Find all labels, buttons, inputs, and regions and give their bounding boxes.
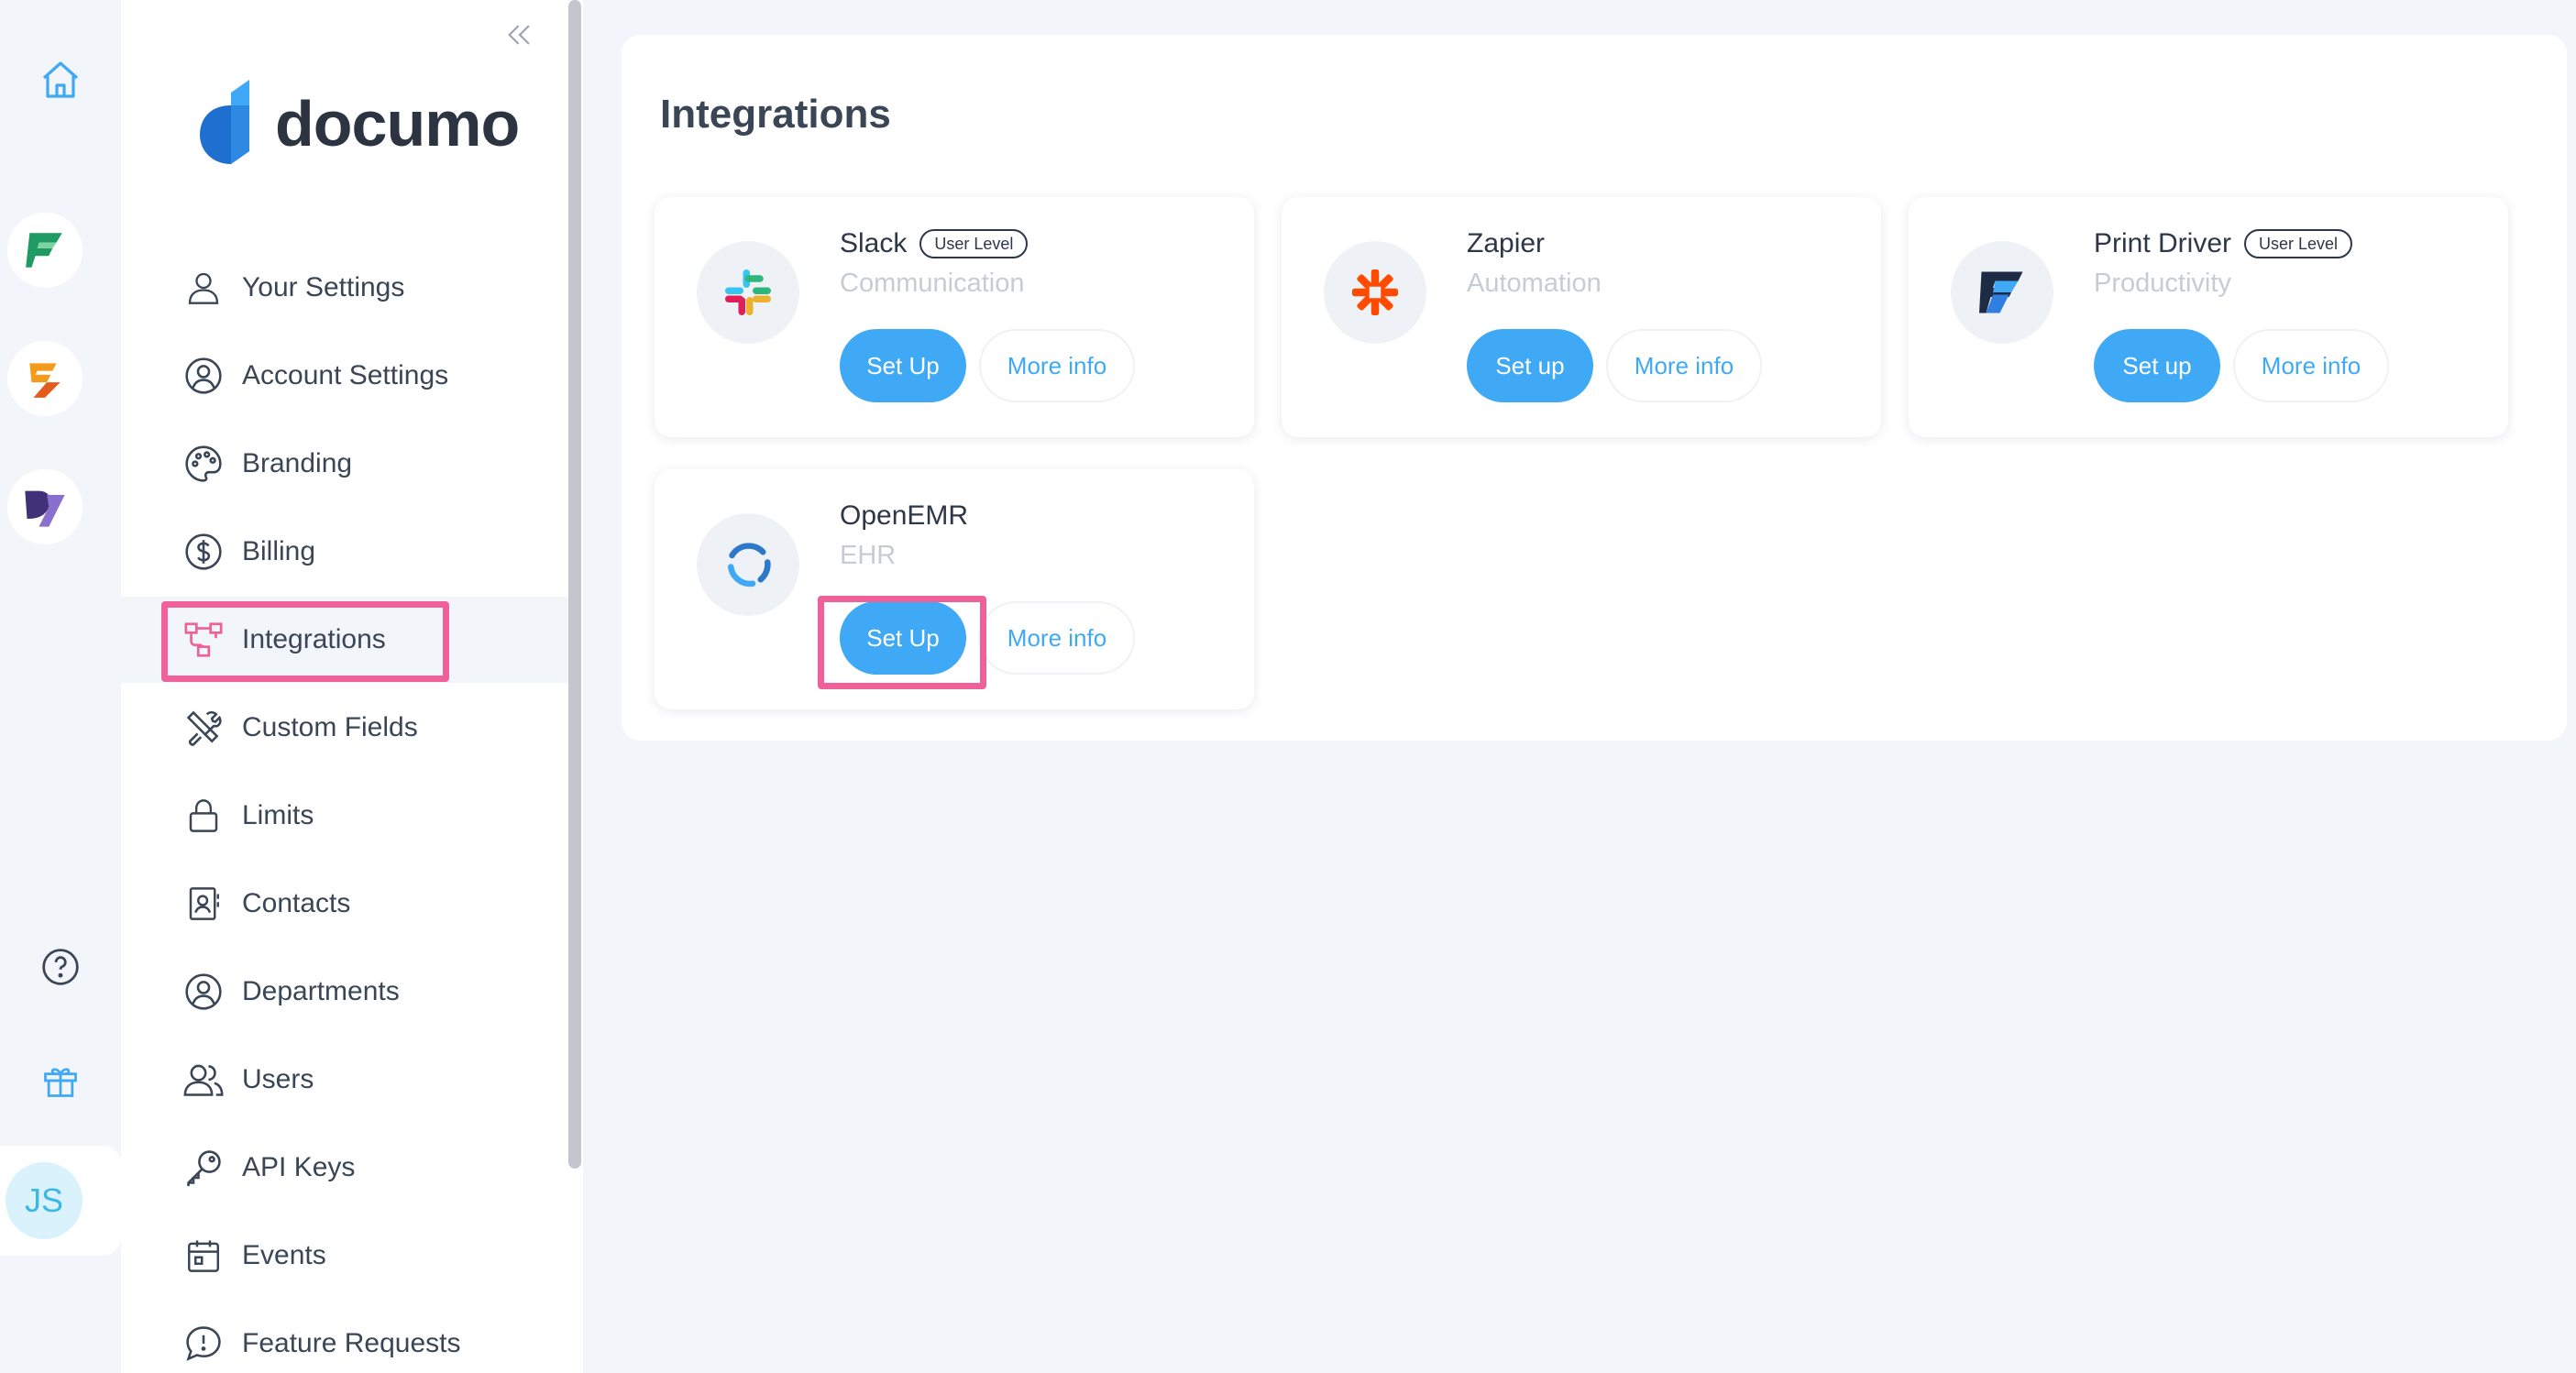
slack-more-info-button[interactable]: More info	[979, 329, 1135, 402]
integration-card-zapier: Zapier Automation Set up More info	[1282, 197, 1881, 437]
double-chevron-left-icon	[508, 25, 530, 45]
key-icon	[182, 1146, 226, 1190]
sidebar-item-branding[interactable]: Branding	[121, 421, 568, 507]
sidebar-item-label: Events	[242, 1240, 326, 1270]
openemr-logo	[697, 513, 799, 616]
zapier-logo	[1324, 241, 1426, 344]
sidebar-item-label: Users	[242, 1064, 314, 1094]
integration-card-openemr: OpenEMR EHR Set Up More info	[655, 469, 1254, 709]
print-driver-icon	[1979, 271, 2023, 313]
docs-app-icon	[25, 490, 65, 527]
zapier-icon	[1352, 269, 1398, 315]
palette-icon	[182, 442, 226, 486]
sidebar-item-users[interactable]: Users	[121, 1037, 568, 1123]
integration-category: Productivity	[2094, 269, 2231, 298]
sign-app-icon	[29, 363, 61, 398]
openemr-setup-button[interactable]: Set Up	[840, 601, 966, 675]
zapier-setup-button[interactable]: Set up	[1467, 329, 1593, 402]
slack-icon	[725, 269, 771, 315]
gift-button[interactable]	[0, 1030, 121, 1131]
docs-app-button[interactable]	[7, 469, 83, 544]
help-icon	[42, 949, 79, 985]
lock-icon	[182, 794, 226, 838]
zapier-more-info-button[interactable]: More info	[1606, 329, 1762, 402]
dollar-icon	[182, 530, 226, 574]
user-circle-icon	[182, 970, 226, 1014]
sidebar-item-label: Billing	[242, 536, 316, 566]
home-button[interactable]	[0, 29, 121, 130]
sidebar-item-billing[interactable]: Billing	[121, 509, 568, 595]
sidebar-item-feature-requests[interactable]: Feature Requests	[121, 1301, 568, 1373]
sidebar-item-account-settings[interactable]: Account Settings	[121, 333, 568, 419]
contacts-icon	[182, 882, 226, 926]
sidebar-item-your-settings[interactable]: Your Settings	[121, 245, 568, 331]
tools-icon	[182, 706, 226, 750]
sidebar-item-limits[interactable]: Limits	[121, 773, 568, 859]
print-driver-more-info-button[interactable]: More info	[2233, 329, 2389, 402]
help-button[interactable]	[0, 917, 121, 1017]
chat-icon	[182, 1322, 226, 1366]
sidebar-item-integrations[interactable]: Integrations	[121, 597, 568, 683]
sidebar-item-label: Departments	[242, 976, 400, 1006]
integration-name: OpenEMR	[840, 500, 968, 532]
fax-app-button[interactable]	[7, 213, 83, 288]
slack-logo	[697, 241, 799, 344]
sidebar-item-departments[interactable]: Departments	[121, 949, 568, 1035]
gift-icon	[44, 1068, 77, 1097]
integration-card-print-driver: Print Driver User Level Productivity Set…	[1909, 197, 2508, 437]
sidebar-item-label: Integrations	[242, 624, 386, 654]
fax-app-icon	[26, 233, 62, 268]
integration-name: Zapier	[1467, 228, 1545, 259]
user-level-badge: User Level	[2244, 229, 2353, 258]
logo-text: documo	[275, 88, 520, 159]
integration-name-text: Slack	[840, 228, 908, 258]
integration-name: Print Driver User Level	[2094, 228, 2353, 259]
page-title: Integrations	[660, 92, 891, 137]
sign-app-button[interactable]	[7, 341, 83, 416]
avatar-initials: JS	[24, 1181, 63, 1219]
print-driver-logo	[1951, 241, 2053, 344]
sidebar-item-label: Feature Requests	[242, 1328, 461, 1358]
documo-logo-icon	[200, 80, 249, 164]
sidebar-item-events[interactable]: Events	[121, 1213, 568, 1299]
integrations-icon	[182, 618, 226, 662]
user-icon	[182, 266, 226, 310]
openemr-icon	[728, 543, 771, 588]
integration-name-text: Print Driver	[2094, 228, 2232, 258]
user-circle-icon	[182, 354, 226, 398]
integration-card-slack: Slack User Level Communication Set Up Mo…	[655, 197, 1254, 437]
app-rail: JS	[0, 0, 121, 1373]
home-icon	[42, 61, 79, 98]
sidebar-item-label: Account Settings	[242, 360, 449, 390]
user-level-badge: User Level	[919, 229, 1029, 258]
integration-name-text: OpenEMR	[840, 500, 969, 531]
integration-name-text: Zapier	[1467, 228, 1546, 258]
calendar-icon	[182, 1234, 226, 1278]
integration-category: Automation	[1467, 269, 1602, 298]
collapse-sidebar-button[interactable]	[495, 16, 545, 53]
sidebar-item-label: Custom Fields	[242, 712, 418, 742]
sidebar-item-contacts[interactable]: Contacts	[121, 861, 568, 947]
avatar-container: JS	[0, 1146, 121, 1256]
integration-category: Communication	[840, 269, 1025, 298]
users-icon	[182, 1058, 226, 1102]
sidebar-item-label: API Keys	[242, 1152, 356, 1182]
sidebar-item-label: Contacts	[242, 888, 351, 918]
sidebar-item-label: Branding	[242, 448, 353, 478]
sidebar-scrollbar[interactable]	[568, 0, 581, 1169]
sidebar-item-api-keys[interactable]: API Keys	[121, 1125, 568, 1211]
openemr-more-info-button[interactable]: More info	[979, 601, 1135, 675]
sidebar-item-custom-fields[interactable]: Custom Fields	[121, 685, 568, 771]
documo-logo[interactable]: documo	[196, 73, 520, 174]
sidebar-item-label: Limits	[242, 800, 314, 830]
avatar[interactable]: JS	[6, 1162, 83, 1239]
sidebar-item-label: Your Settings	[242, 272, 405, 302]
slack-setup-button[interactable]: Set Up	[840, 329, 966, 402]
integration-name: Slack User Level	[840, 228, 1029, 259]
print-driver-setup-button[interactable]: Set up	[2094, 329, 2220, 402]
integration-category: EHR	[840, 541, 897, 570]
